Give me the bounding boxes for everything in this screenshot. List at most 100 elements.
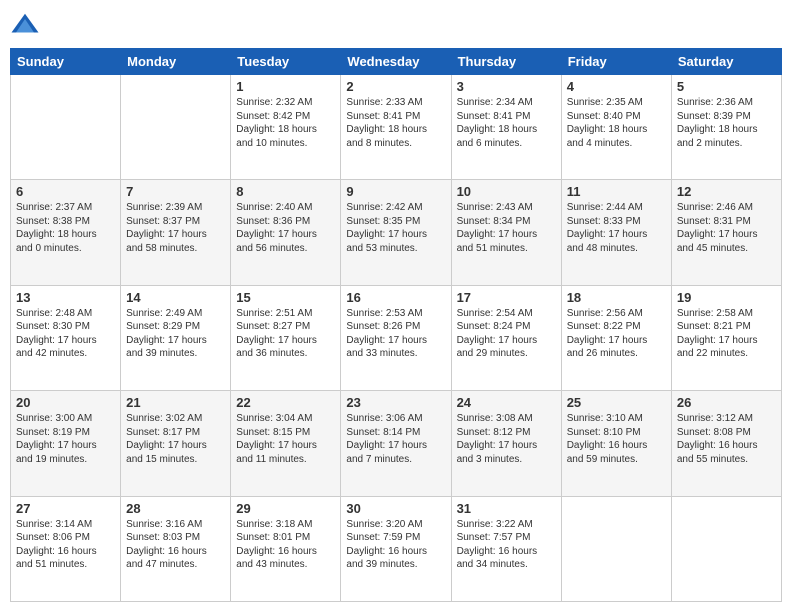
calendar-cell: 11 Sunrise: 2:44 AM Sunset: 8:33 PM Dayli… bbox=[561, 180, 671, 285]
calendar-cell bbox=[11, 75, 121, 180]
day-content: Sunrise: 3:14 AM Sunset: 8:06 PM Dayligh… bbox=[16, 518, 115, 572]
day-number: 17 bbox=[457, 290, 556, 305]
calendar-cell: 7 Sunrise: 2:39 AM Sunset: 8:37 PM Daylig… bbox=[121, 180, 231, 285]
calendar-week-row: 20 Sunrise: 3:00 AM Sunset: 8:19 PM Dayli… bbox=[11, 391, 782, 496]
day-content: Sunrise: 2:36 AM Sunset: 8:39 PM Dayligh… bbox=[677, 96, 776, 150]
calendar-cell: 29 Sunrise: 3:18 AM Sunset: 8:01 PM Dayli… bbox=[231, 496, 341, 601]
day-number: 25 bbox=[567, 395, 666, 410]
day-content: Sunrise: 2:43 AM Sunset: 8:34 PM Dayligh… bbox=[457, 201, 556, 255]
day-number: 11 bbox=[567, 184, 666, 199]
day-number: 20 bbox=[16, 395, 115, 410]
day-content: Sunrise: 3:04 AM Sunset: 8:15 PM Dayligh… bbox=[236, 412, 335, 466]
day-number: 16 bbox=[346, 290, 445, 305]
calendar-week-row: 1 Sunrise: 2:32 AM Sunset: 8:42 PM Daylig… bbox=[11, 75, 782, 180]
weekday-header: Wednesday bbox=[341, 49, 451, 75]
calendar-table: SundayMondayTuesdayWednesdayThursdayFrid… bbox=[10, 48, 782, 602]
day-content: Sunrise: 3:22 AM Sunset: 7:57 PM Dayligh… bbox=[457, 518, 556, 572]
calendar-cell bbox=[561, 496, 671, 601]
day-number: 19 bbox=[677, 290, 776, 305]
day-content: Sunrise: 3:16 AM Sunset: 8:03 PM Dayligh… bbox=[126, 518, 225, 572]
day-number: 7 bbox=[126, 184, 225, 199]
day-number: 5 bbox=[677, 79, 776, 94]
day-content: Sunrise: 2:48 AM Sunset: 8:30 PM Dayligh… bbox=[16, 307, 115, 361]
day-number: 3 bbox=[457, 79, 556, 94]
calendar-week-row: 27Sunrise: 3:14 AM Sunset: 8:06 PM Dayli… bbox=[11, 496, 782, 601]
day-content: Sunrise: 2:46 AM Sunset: 8:31 PM Dayligh… bbox=[677, 201, 776, 255]
day-content: Sunrise: 2:56 AM Sunset: 8:22 PM Dayligh… bbox=[567, 307, 666, 361]
calendar-cell: 6Sunrise: 2:37 AM Sunset: 8:38 PM Daylig… bbox=[11, 180, 121, 285]
calendar-cell bbox=[121, 75, 231, 180]
day-number: 26 bbox=[677, 395, 776, 410]
header bbox=[10, 10, 782, 40]
calendar-cell: 3 Sunrise: 2:34 AM Sunset: 8:41 PM Daylig… bbox=[451, 75, 561, 180]
calendar-cell: 24 Sunrise: 3:08 AM Sunset: 8:12 PM Dayli… bbox=[451, 391, 561, 496]
calendar-cell: 1 Sunrise: 2:32 AM Sunset: 8:42 PM Daylig… bbox=[231, 75, 341, 180]
day-content: Sunrise: 3:08 AM Sunset: 8:12 PM Dayligh… bbox=[457, 412, 556, 466]
day-content: Sunrise: 2:34 AM Sunset: 8:41 PM Dayligh… bbox=[457, 96, 556, 150]
header-row: SundayMondayTuesdayWednesdayThursdayFrid… bbox=[11, 49, 782, 75]
day-number: 15 bbox=[236, 290, 335, 305]
calendar-cell bbox=[671, 496, 781, 601]
day-content: Sunrise: 2:40 AM Sunset: 8:36 PM Dayligh… bbox=[236, 201, 335, 255]
day-content: Sunrise: 2:32 AM Sunset: 8:42 PM Dayligh… bbox=[236, 96, 335, 150]
day-content: Sunrise: 2:49 AM Sunset: 8:29 PM Dayligh… bbox=[126, 307, 225, 361]
day-content: Sunrise: 3:12 AM Sunset: 8:08 PM Dayligh… bbox=[677, 412, 776, 466]
day-content: Sunrise: 2:58 AM Sunset: 8:21 PM Dayligh… bbox=[677, 307, 776, 361]
calendar-cell: 27Sunrise: 3:14 AM Sunset: 8:06 PM Dayli… bbox=[11, 496, 121, 601]
day-content: Sunrise: 2:33 AM Sunset: 8:41 PM Dayligh… bbox=[346, 96, 445, 150]
day-content: Sunrise: 3:02 AM Sunset: 8:17 PM Dayligh… bbox=[126, 412, 225, 466]
calendar-cell: 12 Sunrise: 2:46 AM Sunset: 8:31 PM Dayli… bbox=[671, 180, 781, 285]
calendar-cell: 26 Sunrise: 3:12 AM Sunset: 8:08 PM Dayli… bbox=[671, 391, 781, 496]
day-content: Sunrise: 2:44 AM Sunset: 8:33 PM Dayligh… bbox=[567, 201, 666, 255]
day-number: 12 bbox=[677, 184, 776, 199]
day-number: 23 bbox=[346, 395, 445, 410]
day-number: 29 bbox=[236, 501, 335, 516]
day-number: 6 bbox=[16, 184, 115, 199]
calendar-cell: 17 Sunrise: 2:54 AM Sunset: 8:24 PM Dayli… bbox=[451, 285, 561, 390]
weekday-header: Saturday bbox=[671, 49, 781, 75]
day-number: 4 bbox=[567, 79, 666, 94]
day-number: 1 bbox=[236, 79, 335, 94]
day-number: 14 bbox=[126, 290, 225, 305]
day-number: 18 bbox=[567, 290, 666, 305]
calendar-cell: 30 Sunrise: 3:20 AM Sunset: 7:59 PM Dayli… bbox=[341, 496, 451, 601]
calendar-cell: 23 Sunrise: 3:06 AM Sunset: 8:14 PM Dayli… bbox=[341, 391, 451, 496]
calendar-cell: 2 Sunrise: 2:33 AM Sunset: 8:41 PM Daylig… bbox=[341, 75, 451, 180]
logo-icon bbox=[10, 10, 40, 40]
day-number: 13 bbox=[16, 290, 115, 305]
calendar-cell: 18 Sunrise: 2:56 AM Sunset: 8:22 PM Dayli… bbox=[561, 285, 671, 390]
calendar-week-row: 13 Sunrise: 2:48 AM Sunset: 8:30 PM Dayli… bbox=[11, 285, 782, 390]
day-content: Sunrise: 3:06 AM Sunset: 8:14 PM Dayligh… bbox=[346, 412, 445, 466]
weekday-header: Friday bbox=[561, 49, 671, 75]
day-content: Sunrise: 3:10 AM Sunset: 8:10 PM Dayligh… bbox=[567, 412, 666, 466]
page: SundayMondayTuesdayWednesdayThursdayFrid… bbox=[0, 0, 792, 612]
weekday-header: Sunday bbox=[11, 49, 121, 75]
day-number: 24 bbox=[457, 395, 556, 410]
calendar-cell: 31Sunrise: 3:22 AM Sunset: 7:57 PM Dayli… bbox=[451, 496, 561, 601]
day-number: 30 bbox=[346, 501, 445, 516]
day-content: Sunrise: 3:00 AM Sunset: 8:19 PM Dayligh… bbox=[16, 412, 115, 466]
day-content: Sunrise: 2:51 AM Sunset: 8:27 PM Dayligh… bbox=[236, 307, 335, 361]
calendar-week-row: 6Sunrise: 2:37 AM Sunset: 8:38 PM Daylig… bbox=[11, 180, 782, 285]
calendar-cell: 25 Sunrise: 3:10 AM Sunset: 8:10 PM Dayli… bbox=[561, 391, 671, 496]
day-number: 2 bbox=[346, 79, 445, 94]
day-content: Sunrise: 2:54 AM Sunset: 8:24 PM Dayligh… bbox=[457, 307, 556, 361]
calendar-cell: 20 Sunrise: 3:00 AM Sunset: 8:19 PM Dayli… bbox=[11, 391, 121, 496]
calendar-cell: 19 Sunrise: 2:58 AM Sunset: 8:21 PM Dayli… bbox=[671, 285, 781, 390]
day-content: Sunrise: 2:39 AM Sunset: 8:37 PM Dayligh… bbox=[126, 201, 225, 255]
calendar-cell: 21 Sunrise: 3:02 AM Sunset: 8:17 PM Dayli… bbox=[121, 391, 231, 496]
day-number: 9 bbox=[346, 184, 445, 199]
weekday-header: Monday bbox=[121, 49, 231, 75]
calendar-cell: 13 Sunrise: 2:48 AM Sunset: 8:30 PM Dayli… bbox=[11, 285, 121, 390]
calendar-cell: 9Sunrise: 2:42 AM Sunset: 8:35 PM Daylig… bbox=[341, 180, 451, 285]
calendar-cell: 28Sunrise: 3:16 AM Sunset: 8:03 PM Dayli… bbox=[121, 496, 231, 601]
calendar-cell: 8Sunrise: 2:40 AM Sunset: 8:36 PM Daylig… bbox=[231, 180, 341, 285]
day-content: Sunrise: 3:20 AM Sunset: 7:59 PM Dayligh… bbox=[346, 518, 445, 572]
day-content: Sunrise: 2:35 AM Sunset: 8:40 PM Dayligh… bbox=[567, 96, 666, 150]
day-number: 21 bbox=[126, 395, 225, 410]
day-number: 22 bbox=[236, 395, 335, 410]
day-content: Sunrise: 2:53 AM Sunset: 8:26 PM Dayligh… bbox=[346, 307, 445, 361]
calendar-cell: 4 Sunrise: 2:35 AM Sunset: 8:40 PM Daylig… bbox=[561, 75, 671, 180]
calendar-cell: 5 Sunrise: 2:36 AM Sunset: 8:39 PM Daylig… bbox=[671, 75, 781, 180]
day-content: Sunrise: 3:18 AM Sunset: 8:01 PM Dayligh… bbox=[236, 518, 335, 572]
